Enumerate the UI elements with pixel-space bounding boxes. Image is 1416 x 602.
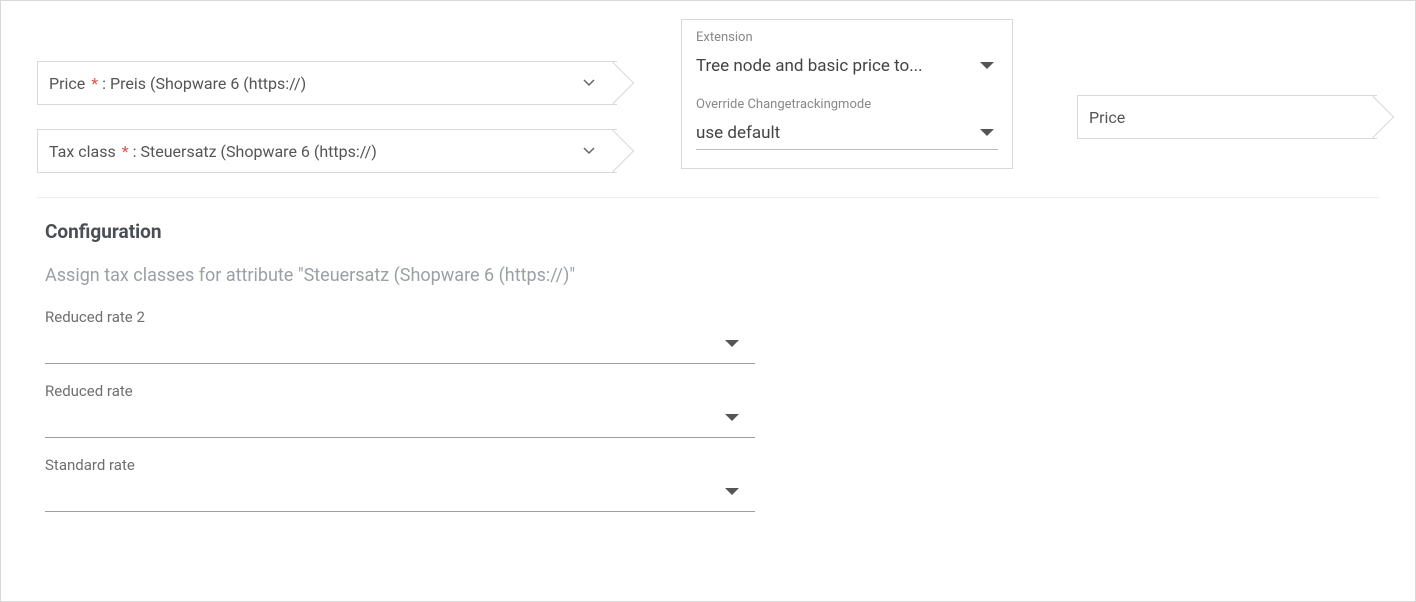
extension-select[interactable]: Tree node and basic price to... xyxy=(696,49,998,83)
override-ctm-field: Override Changetrackingmode use default xyxy=(696,97,998,150)
options-box: Extension Tree node and basic price to..… xyxy=(681,19,1013,169)
rate-field-standard: Standard rate xyxy=(45,456,755,512)
caret-down-icon xyxy=(725,488,739,496)
output-chip-price[interactable]: Price xyxy=(1077,95,1377,139)
tax-class-mapping-select[interactable]: Tax class * : Steuersatz (Shopware 6 (ht… xyxy=(37,129,617,173)
configuration-section: Configuration Assign tax classes for att… xyxy=(1,198,1415,512)
extension-label: Extension xyxy=(696,30,998,45)
extension-value: Tree node and basic price to... xyxy=(696,56,923,76)
rate-label: Reduced rate xyxy=(45,382,755,400)
rate-select-reduced-2[interactable] xyxy=(45,334,755,364)
rate-field-reduced-2: Reduced rate 2 xyxy=(45,308,755,364)
chevron-down-icon xyxy=(583,147,595,155)
output-column: Price xyxy=(1077,19,1377,139)
extension-field: Extension Tree node and basic price to..… xyxy=(696,30,998,83)
rate-label: Standard rate xyxy=(45,456,755,474)
override-ctm-label: Override Changetrackingmode xyxy=(696,97,998,112)
rate-select-standard[interactable] xyxy=(45,482,755,512)
configuration-subtitle: Assign tax classes for attribute "Steuer… xyxy=(45,265,1379,286)
mapping-inputs-column: Price * : Preis (Shopware 6 (https://) T… xyxy=(37,19,617,173)
caret-down-icon xyxy=(725,414,739,422)
caret-down-icon xyxy=(725,340,739,348)
configuration-panel: Price * : Preis (Shopware 6 (https://) T… xyxy=(0,0,1416,602)
override-ctm-value: use default xyxy=(696,123,780,143)
rate-label: Reduced rate 2 xyxy=(45,308,755,326)
chevron-down-icon xyxy=(583,79,595,87)
top-row: Price * : Preis (Shopware 6 (https://) T… xyxy=(1,1,1415,197)
price-mapping-select[interactable]: Price * : Preis (Shopware 6 (https://) xyxy=(37,61,617,105)
rate-select-reduced[interactable] xyxy=(45,408,755,438)
configuration-heading: Configuration xyxy=(45,220,1379,243)
caret-down-icon xyxy=(980,62,994,70)
caret-down-icon xyxy=(980,129,994,137)
rate-field-reduced: Reduced rate xyxy=(45,382,755,438)
override-ctm-select[interactable]: use default xyxy=(696,116,998,150)
